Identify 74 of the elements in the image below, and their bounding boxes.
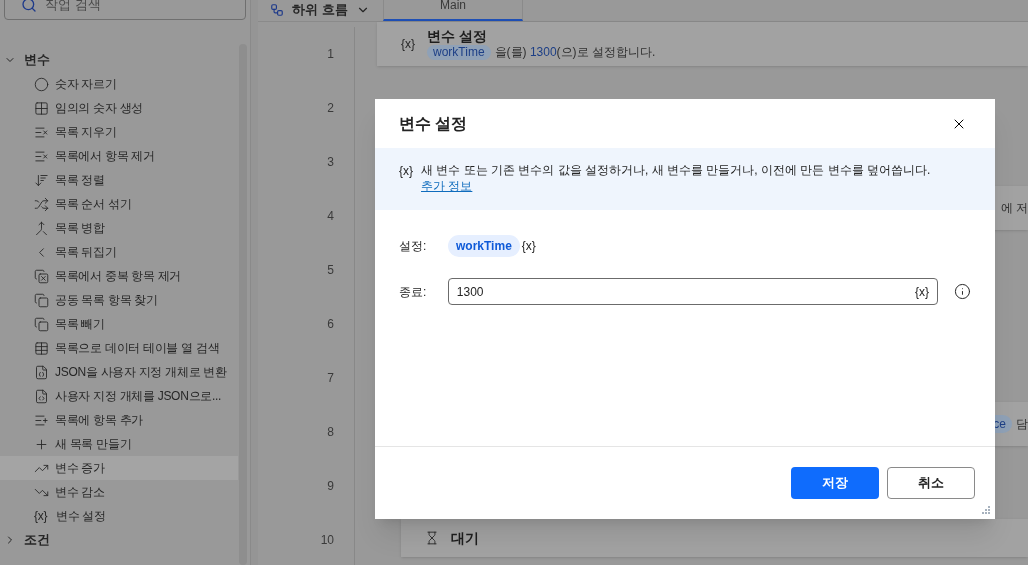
list-x-icon bbox=[34, 124, 49, 140]
subflow-icon bbox=[270, 3, 284, 17]
step-title: 대기 bbox=[451, 528, 479, 548]
sidebar-item[interactable]: 목록 뒤집기 bbox=[0, 240, 238, 264]
line-number: 9 bbox=[327, 478, 334, 495]
cancel-button[interactable]: 취소 bbox=[887, 467, 975, 499]
copy-icon bbox=[34, 316, 49, 332]
sidebar-item[interactable]: 목록으로 데이터 테이블 열 검색 bbox=[0, 336, 238, 360]
sidebar-item[interactable]: 새 목록 만들기 bbox=[0, 432, 238, 456]
line-number: 7 bbox=[327, 370, 334, 387]
search-field[interactable]: 작업 검색 bbox=[4, 0, 246, 20]
copy-x-icon bbox=[34, 268, 49, 284]
sidebar-item[interactable]: 목록 빼기 bbox=[0, 312, 238, 336]
braces-glyph: {x} bbox=[915, 283, 930, 301]
sidebar-item[interactable]: JSON을 사용자 지정 개체로 변환 bbox=[0, 360, 238, 384]
line-number: 4 bbox=[327, 208, 334, 225]
grid-icon bbox=[34, 100, 49, 116]
braces-glyph: {x} bbox=[521, 238, 536, 255]
sidebar-item[interactable]: 목록에서 중복 항목 제거 bbox=[0, 264, 238, 288]
line-number: 1 bbox=[327, 46, 334, 63]
line-number: 2 bbox=[327, 100, 334, 117]
sidebar-item[interactable]: 목록 정렬 bbox=[0, 168, 238, 192]
copy-icon bbox=[34, 292, 49, 308]
plus-icon bbox=[34, 436, 49, 452]
braces-glyph: {x} bbox=[34, 508, 49, 525]
sidebar-item[interactable]: 변수 증가 bbox=[0, 456, 238, 480]
step-description: 을(를) 1300(으)로 설정합니다. bbox=[494, 45, 656, 61]
field-label: 종료: bbox=[399, 283, 428, 301]
dialog-title: 변수 설정 bbox=[399, 113, 468, 134]
more-info-link[interactable]: 추가 정보 bbox=[421, 178, 473, 194]
shuffle-icon bbox=[34, 196, 49, 212]
subflows-dropdown[interactable]: 하위 흐름 bbox=[258, 0, 383, 21]
sidebar-item[interactable]: 목록 순서 섞기 bbox=[0, 192, 238, 216]
sort-icon bbox=[34, 172, 49, 188]
sidebar-item[interactable]: {x} 변수 설정 bbox=[0, 504, 238, 528]
step-title: 변수 설정 bbox=[427, 27, 488, 46]
variable-chip: workTime bbox=[448, 235, 520, 257]
sidebar-item[interactable]: 목록 지우기 bbox=[0, 120, 238, 144]
circle-icon bbox=[34, 76, 49, 92]
field-label: 설정: bbox=[399, 238, 428, 255]
merge-icon bbox=[34, 220, 49, 236]
step-card[interactable]: 대기 bbox=[401, 519, 1028, 557]
save-button[interactable]: 저장 bbox=[791, 467, 879, 499]
json-file-icon bbox=[34, 364, 49, 380]
step-description: 담 bbox=[1016, 416, 1028, 433]
category-header[interactable]: 조건 bbox=[0, 528, 250, 552]
sidebar-item[interactable]: 숫자 자르기 bbox=[0, 72, 238, 96]
step-description: 에 저 bbox=[1000, 200, 1028, 217]
sidebar-item[interactable]: 변수 감소 bbox=[0, 480, 238, 504]
sidebar-item[interactable]: 목록에서 항목 제거 bbox=[0, 144, 238, 168]
braces-glyph: {x} bbox=[399, 163, 413, 180]
line-number: 5 bbox=[327, 262, 334, 279]
value-input[interactable]: 1300 {x} bbox=[447, 278, 939, 305]
variable-chip: workTime bbox=[427, 45, 491, 61]
line-number: 3 bbox=[327, 154, 334, 171]
line-number: 6 bbox=[327, 316, 334, 333]
sidebar-item[interactable]: 목록에 항목 추가 bbox=[0, 408, 238, 432]
sidebar-item[interactable]: 목록 병합 bbox=[0, 216, 238, 240]
sidebar-item[interactable]: 사용자 지정 개체를 JSON으로... bbox=[0, 384, 238, 408]
search-icon bbox=[21, 0, 37, 13]
file-code-icon bbox=[34, 388, 49, 404]
info-icon[interactable] bbox=[954, 283, 971, 300]
list-plus-icon bbox=[34, 412, 49, 428]
list-x-icon bbox=[34, 148, 49, 164]
sidebar-item[interactable]: 공동 목록 항목 찾기 bbox=[0, 288, 238, 312]
line-number: 10 bbox=[320, 532, 334, 549]
table-icon bbox=[34, 340, 49, 356]
braces-glyph: {x} bbox=[401, 36, 415, 53]
sidebar-item[interactable]: 임의의 숫자 생성 bbox=[0, 96, 238, 120]
category-header[interactable]: 변수 bbox=[0, 48, 250, 72]
resize-grip-icon[interactable] bbox=[982, 506, 990, 514]
line-number: 8 bbox=[327, 424, 334, 441]
info-text: 새 변수 또는 기존 변수의 값을 설정하거나, 새 변수를 만들거나, 이전에 만든 변수를 덮어씁니다. bbox=[421, 162, 931, 178]
hourglass-icon bbox=[425, 531, 439, 545]
